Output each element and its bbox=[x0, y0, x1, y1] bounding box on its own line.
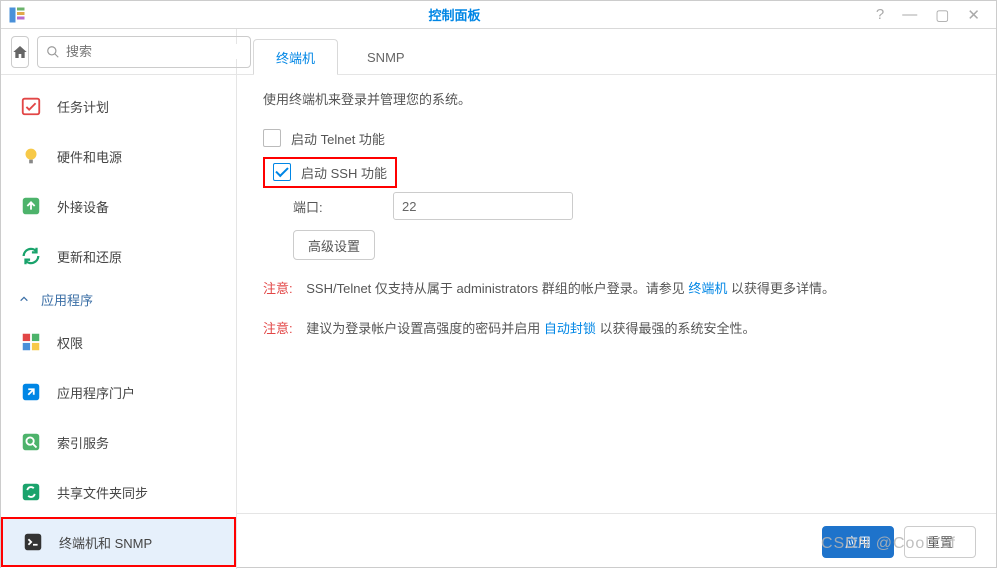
autoblock-link[interactable]: 自动封锁 bbox=[544, 321, 596, 336]
app-icon bbox=[1, 1, 33, 28]
checkbox-icon[interactable] bbox=[263, 129, 281, 147]
privileges-icon bbox=[19, 330, 43, 354]
terminal-icon bbox=[21, 530, 45, 554]
ssh-label: 启动 SSH 功能 bbox=[301, 163, 387, 182]
sidebar-item-external-devices[interactable]: 外接设备 bbox=[1, 181, 236, 231]
search-input[interactable] bbox=[66, 44, 242, 59]
telnet-label: 启动 Telnet 功能 bbox=[291, 129, 385, 148]
sidebar-item-shared-folder-sync[interactable]: 共享文件夹同步 bbox=[1, 467, 236, 517]
sidebar-item-hardware-power[interactable]: 硬件和电源 bbox=[1, 131, 236, 181]
telnet-checkbox-row[interactable]: 启动 Telnet 功能 bbox=[263, 124, 970, 152]
bulb-icon bbox=[19, 144, 43, 168]
terminal-link[interactable]: 终端机 bbox=[688, 281, 727, 296]
folder-sync-icon bbox=[19, 480, 43, 504]
port-label: 端口: bbox=[293, 197, 383, 216]
sidebar-item-indexing[interactable]: 索引服务 bbox=[1, 417, 236, 467]
sidebar-item-task-scheduler[interactable]: 任务计划 bbox=[1, 81, 236, 131]
upload-icon bbox=[19, 194, 43, 218]
section-header-apps[interactable]: 应用程序 bbox=[1, 281, 236, 317]
sidebar: 任务计划 硬件和电源 外接设备 更新和还原 应用程序 权限 bbox=[1, 29, 237, 569]
title-bar: 控制面板 ? — ▢ ✕ bbox=[1, 1, 996, 29]
home-button[interactable] bbox=[11, 36, 29, 68]
tab-snmp[interactable]: SNMP bbox=[344, 39, 428, 74]
search-icon bbox=[46, 45, 60, 59]
ssh-checkbox-row[interactable]: 启动 SSH 功能 bbox=[263, 157, 397, 188]
checkbox-checked-icon[interactable] bbox=[273, 163, 291, 181]
home-icon bbox=[12, 44, 28, 60]
notice-1: 注意: SSH/Telnet 仅支持从属于 administrators 群组的… bbox=[263, 278, 970, 300]
minimize-icon[interactable]: — bbox=[902, 6, 917, 24]
reset-button[interactable]: 重置 bbox=[904, 526, 976, 558]
advanced-settings-button[interactable]: 高级设置 bbox=[293, 230, 375, 260]
refresh-icon bbox=[19, 244, 43, 268]
close-icon[interactable]: ✕ bbox=[967, 6, 980, 24]
description: 使用终端机来登录并管理您的系统。 bbox=[263, 89, 970, 108]
apply-button[interactable]: 应用 bbox=[822, 526, 894, 558]
chevron-up-icon bbox=[19, 294, 29, 304]
sidebar-item-app-portal[interactable]: 应用程序门户 bbox=[1, 367, 236, 417]
window-title: 控制面板 bbox=[33, 5, 876, 24]
help-icon[interactable]: ? bbox=[876, 6, 884, 24]
footer: 应用 重置 CSDN @CoolYsf bbox=[237, 513, 996, 569]
notice-2: 注意: 建议为登录帐户设置高强度的密码并启用 自动封锁 以获得最强的系统安全性。 bbox=[263, 318, 970, 340]
maximize-icon[interactable]: ▢ bbox=[935, 6, 949, 24]
sidebar-item-terminal-snmp[interactable]: 终端机和 SNMP bbox=[1, 517, 236, 567]
sidebar-item-privileges[interactable]: 权限 bbox=[1, 317, 236, 367]
magnify-icon bbox=[19, 430, 43, 454]
calendar-check-icon bbox=[19, 94, 43, 118]
tab-terminal[interactable]: 终端机 bbox=[253, 39, 338, 74]
sidebar-item-update-restore[interactable]: 更新和还原 bbox=[1, 231, 236, 281]
tabs: 终端机 SNMP bbox=[237, 29, 996, 75]
search-box[interactable] bbox=[37, 36, 251, 68]
port-input[interactable] bbox=[393, 192, 573, 220]
portal-icon bbox=[19, 380, 43, 404]
